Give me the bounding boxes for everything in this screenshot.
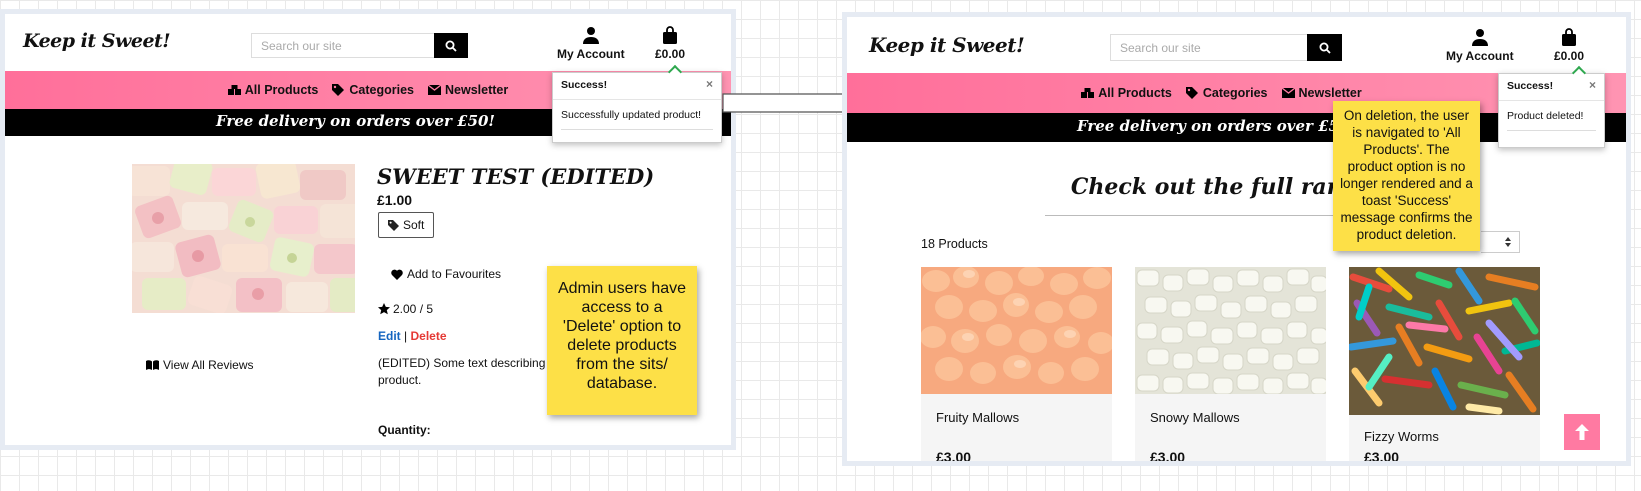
fizzy-worms-photo bbox=[1347, 267, 1541, 415]
shopping-bag-icon bbox=[1562, 28, 1577, 46]
search-button[interactable] bbox=[1307, 34, 1342, 61]
envelope-icon bbox=[1281, 88, 1295, 98]
deletion-note: On deletion, the user is navigated to 'A… bbox=[1333, 101, 1480, 251]
product-price: £3.00 bbox=[1364, 449, 1400, 465]
tag-icon bbox=[388, 219, 399, 231]
product-price: £3.00 bbox=[1150, 449, 1186, 465]
nav-newsletter[interactable]: Newsletter bbox=[428, 83, 508, 97]
product-name[interactable]: Fizzy Worms bbox=[1364, 429, 1439, 444]
admin-delete-note: Admin users have access to a 'Delete' op… bbox=[547, 266, 697, 415]
description-line-1: (EDITED) Some text describing bbox=[378, 356, 546, 370]
user-icon bbox=[1471, 29, 1488, 46]
edit-link[interactable]: Edit bbox=[378, 329, 401, 343]
sort-select[interactable] bbox=[1481, 231, 1520, 253]
site-logo[interactable]: Keep it Sweet! bbox=[23, 30, 171, 52]
product-card[interactable]: Snowy Mallows £3.00 bbox=[1135, 267, 1328, 465]
view-all-reviews-link[interactable]: View All Reviews bbox=[146, 358, 253, 372]
shopping-bag-link[interactable]: £0.00 bbox=[655, 26, 685, 61]
product-name[interactable]: Fruity Mallows bbox=[936, 410, 1019, 425]
add-to-favourites-label: Add to Favourites bbox=[407, 267, 502, 281]
search-icon bbox=[1319, 42, 1331, 54]
delete-link[interactable]: Delete bbox=[410, 329, 446, 343]
product-tag-label: Soft bbox=[403, 218, 425, 232]
tags-icon bbox=[1185, 87, 1198, 99]
search-form bbox=[1110, 34, 1342, 61]
product-price: £3.00 bbox=[936, 449, 972, 465]
product-image bbox=[132, 164, 355, 313]
product-tag-soft[interactable]: Soft bbox=[378, 212, 435, 238]
toast-close-button[interactable]: × bbox=[706, 78, 713, 91]
nav-categories[interactable]: Categories bbox=[1185, 86, 1268, 100]
heading-divider bbox=[1045, 215, 1381, 216]
success-toast: Success! × Product deleted! bbox=[1498, 65, 1605, 148]
toast-divider bbox=[1507, 130, 1596, 131]
sort-arrows-icon bbox=[1505, 237, 1511, 247]
product-title: SWEET TEST (EDITED) bbox=[377, 164, 655, 189]
white-mallows-photo bbox=[1135, 267, 1328, 395]
product-count: 18 Products bbox=[921, 237, 988, 251]
product-price: £1.00 bbox=[377, 192, 413, 208]
success-toast: Success! × Successfully updated product! bbox=[552, 64, 722, 143]
my-account-label: My Account bbox=[1446, 49, 1514, 63]
nav-all-products[interactable]: All Products bbox=[227, 83, 318, 97]
rating-value: 2.00 / 5 bbox=[393, 302, 434, 316]
search-icon bbox=[445, 40, 457, 52]
my-account-link[interactable]: My Account bbox=[1446, 28, 1514, 63]
tags-icon bbox=[332, 84, 345, 96]
product-name[interactable]: Snowy Mallows bbox=[1150, 410, 1240, 425]
pastel-marshmallows-photo bbox=[132, 164, 355, 313]
search-button[interactable] bbox=[434, 33, 468, 58]
bag-total: £0.00 bbox=[1554, 49, 1585, 63]
toast-message: Product deleted! bbox=[1507, 110, 1584, 122]
star-icon bbox=[378, 303, 390, 315]
envelope-icon bbox=[428, 85, 441, 95]
product-description: (EDITED) Some text describing product. bbox=[378, 355, 568, 389]
shopping-bag-icon bbox=[663, 26, 678, 44]
toast-title: Success! bbox=[1507, 80, 1554, 92]
toast-divider bbox=[561, 129, 713, 130]
nav-categories[interactable]: Categories bbox=[332, 83, 414, 97]
quantity-label: Quantity: bbox=[378, 423, 431, 437]
site-logo[interactable]: Keep it Sweet! bbox=[869, 33, 1025, 57]
book-open-icon bbox=[146, 360, 159, 370]
product-card[interactable]: Fizzy Worms £3.00 bbox=[1347, 267, 1541, 465]
toast-close-button[interactable]: × bbox=[1589, 79, 1596, 92]
cubes-icon bbox=[1081, 87, 1095, 98]
my-account-link[interactable]: My Account bbox=[557, 26, 625, 61]
add-to-favourites-button[interactable]: Add to Favourites bbox=[391, 267, 501, 281]
view-all-reviews-label: View All Reviews bbox=[163, 358, 254, 372]
my-account-label: My Account bbox=[557, 47, 625, 61]
nav-newsletter[interactable]: Newsletter bbox=[1281, 86, 1362, 100]
shopping-bag-link[interactable]: £0.00 bbox=[1554, 28, 1584, 63]
product-rating: 2.00 / 5 bbox=[378, 302, 433, 316]
description-line-2: product. bbox=[378, 373, 422, 387]
page-heading: Check out the full range bbox=[1070, 174, 1373, 200]
orange-mallows-photo bbox=[920, 266, 1114, 394]
screenshot-all-products: Keep it Sweet! My Account £0.00 All Prod… bbox=[842, 12, 1631, 466]
cubes-icon bbox=[227, 84, 241, 95]
search-form bbox=[251, 33, 468, 58]
admin-actions: Edit | Delete bbox=[378, 329, 447, 343]
bag-total: £0.00 bbox=[655, 47, 686, 61]
search-input[interactable] bbox=[251, 33, 434, 58]
search-input[interactable] bbox=[1110, 34, 1307, 61]
nav-all-products[interactable]: All Products bbox=[1081, 86, 1172, 100]
heart-icon bbox=[391, 269, 403, 280]
admin-separator: | bbox=[404, 329, 408, 343]
toast-message: Successfully updated product! bbox=[561, 109, 702, 121]
user-icon bbox=[582, 27, 599, 44]
arrow-up-icon bbox=[1575, 424, 1589, 440]
back-to-top-button[interactable] bbox=[1564, 414, 1600, 450]
product-card[interactable]: Fruity Mallows £3.00 bbox=[920, 266, 1114, 465]
toast-title: Success! bbox=[561, 79, 608, 91]
